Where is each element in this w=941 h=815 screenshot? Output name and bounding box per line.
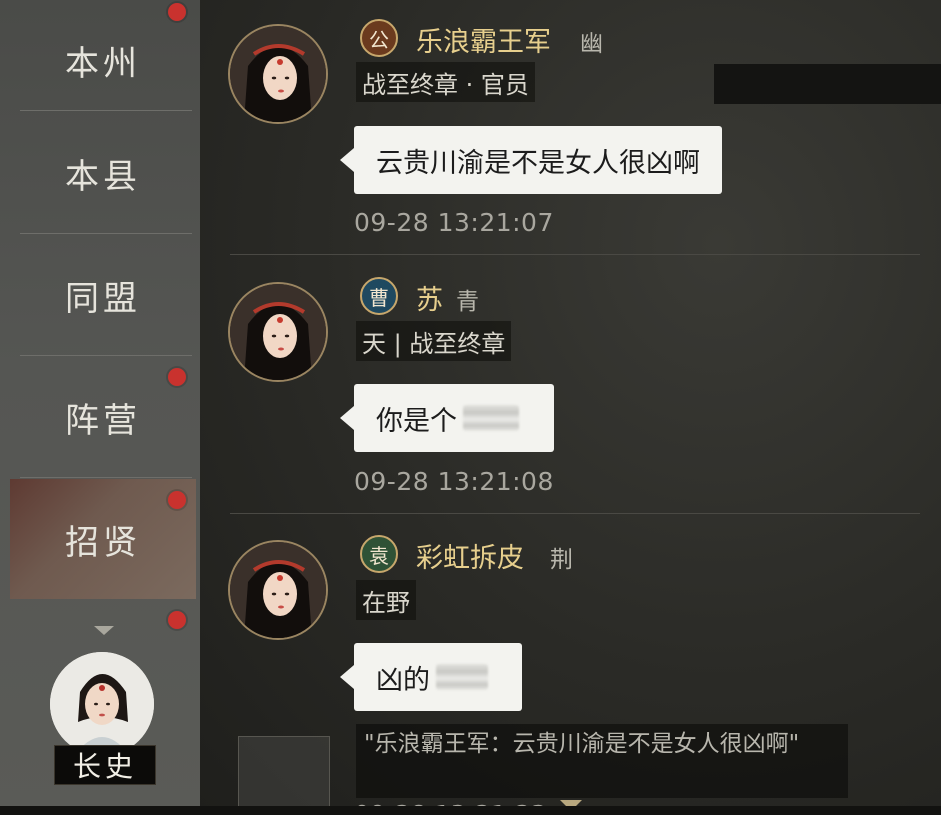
tab-label: 本县 bbox=[65, 156, 141, 197]
faction-icon: 袁 bbox=[360, 535, 398, 573]
tab-label: 招贤 bbox=[65, 522, 141, 563]
background-banner bbox=[714, 64, 941, 104]
sender-name[interactable]: 乐浪霸王军 bbox=[416, 20, 551, 59]
tab-tongmeng[interactable]: 同盟 bbox=[10, 235, 196, 355]
sender-region: 幽 bbox=[580, 31, 603, 57]
redacted-text bbox=[436, 664, 488, 690]
sender-avatar[interactable] bbox=[228, 282, 328, 382]
message-divider bbox=[230, 254, 920, 255]
notification-dot bbox=[168, 368, 186, 386]
quoted-text: "乐浪霸王军：云贵川渝是不是女人很凶啊" bbox=[364, 731, 800, 757]
message-bubble[interactable]: 你是个 bbox=[340, 384, 554, 452]
message-text: 你是个 bbox=[376, 405, 457, 437]
role-badge: 长史 bbox=[54, 745, 156, 785]
sender-region: 青 bbox=[456, 289, 479, 315]
notification-dot bbox=[168, 611, 186, 629]
notification-dot bbox=[168, 3, 186, 21]
chevron-down-icon[interactable] bbox=[94, 626, 114, 635]
quoted-message[interactable]: "乐浪霸王军：云贵川渝是不是女人很凶啊" bbox=[356, 724, 848, 798]
tab-benxian[interactable]: 本县 bbox=[10, 113, 196, 233]
portrait-icon bbox=[230, 542, 326, 638]
tab-divider bbox=[20, 355, 192, 356]
faction-icon: 公 bbox=[360, 19, 398, 57]
message-divider bbox=[230, 513, 920, 514]
message-text: 云贵川渝是不是女人很凶啊 bbox=[376, 147, 700, 179]
faction-icon: 曹 bbox=[360, 277, 398, 315]
sender-avatar[interactable] bbox=[228, 24, 328, 124]
message-text: 凶的 bbox=[376, 664, 430, 696]
message-bubble[interactable]: 云贵川渝是不是女人很凶啊 bbox=[340, 126, 722, 194]
tab-divider bbox=[20, 233, 192, 234]
chat-area[interactable]: 公 乐浪霸王军 幽 战至终章 · 官员 云贵川渝是不是女人很凶啊 09-28 1… bbox=[200, 0, 941, 815]
portrait-icon bbox=[50, 652, 154, 756]
redacted-text bbox=[463, 405, 519, 431]
background-decoration bbox=[238, 736, 330, 815]
sender-name[interactable]: 彩虹拆皮 bbox=[416, 536, 524, 575]
portrait-icon bbox=[230, 26, 326, 122]
bottom-strip bbox=[0, 806, 941, 815]
notification-dot bbox=[168, 491, 186, 509]
sender-region: 荆 bbox=[550, 547, 573, 573]
player-title-tag: 战至终章 · 官员 bbox=[356, 62, 535, 102]
tab-label: 同盟 bbox=[65, 278, 141, 319]
message-bubble[interactable]: 凶的 bbox=[340, 643, 522, 711]
message-timestamp: 09-28 13:21:08 bbox=[354, 467, 554, 496]
sender-name[interactable]: 苏 bbox=[416, 278, 443, 317]
tab-divider bbox=[20, 110, 192, 111]
tab-benzhou[interactable]: 本州 bbox=[10, 0, 196, 120]
message-timestamp: 09-28 13:21:07 bbox=[354, 208, 554, 237]
avatar[interactable] bbox=[50, 652, 154, 756]
channel-sidebar: 本州 本县 同盟 阵营 招贤 长史 bbox=[0, 0, 200, 815]
player-title-tag: 天 | 战至终章 bbox=[356, 321, 512, 361]
sender-avatar[interactable] bbox=[228, 540, 328, 640]
player-title-tag: 在野 bbox=[356, 580, 416, 620]
portrait-icon bbox=[230, 284, 326, 380]
role-label: 长史 bbox=[72, 750, 137, 783]
tab-divider bbox=[20, 477, 192, 478]
tab-label: 阵营 bbox=[65, 400, 141, 441]
tab-label: 本州 bbox=[65, 43, 141, 84]
